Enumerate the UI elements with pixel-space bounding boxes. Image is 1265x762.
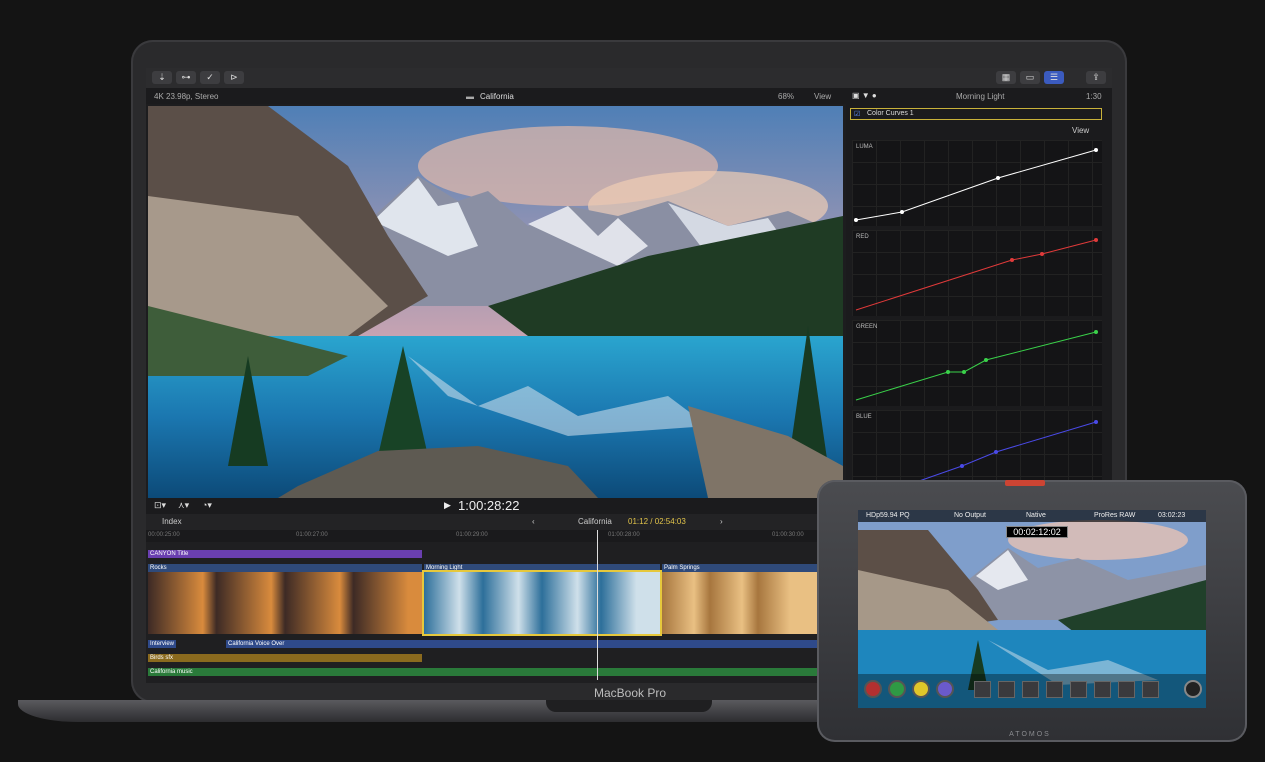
audio-music[interactable]: California music — [148, 668, 822, 676]
ruler-tick: 01:00:27:00 — [296, 532, 328, 538]
viewer-controls: ⊡▾ ⋏▾ ◔▾ ▶ 1:00:28:22 — [146, 498, 846, 514]
macbook-label: MacBook Pro — [593, 686, 667, 700]
clip-morning-light[interactable] — [422, 570, 662, 636]
atomos-output: No Output — [954, 512, 986, 519]
atomos-preview-image — [858, 510, 1206, 708]
luma-curve[interactable] — [852, 140, 1102, 226]
atomos-codec: ProRes RAW — [1094, 512, 1136, 519]
keyword-icon[interactable]: ⊶ — [176, 71, 196, 84]
viewer-view-menu[interactable]: View — [814, 92, 831, 101]
viewer-timecode: 1:00:28:22 — [458, 498, 520, 513]
audio-voice-over[interactable]: California Voice Over — [226, 640, 822, 648]
effect-enable-checkbox[interactable]: ☑ — [854, 110, 860, 118]
clip-rocks[interactable] — [148, 572, 422, 634]
timeline-forward-icon[interactable]: › — [720, 517, 723, 526]
red-curve-panel[interactable]: RED — [852, 230, 1102, 316]
atomos-record-indicator — [1005, 480, 1045, 486]
inspector-toggle-icon[interactable]: ☰ — [1044, 71, 1064, 84]
audio-interview[interactable]: Interview — [148, 640, 176, 648]
playhead[interactable] — [597, 530, 598, 680]
inspector-clip-title: Morning Light — [956, 92, 1005, 101]
enhance-icon[interactable]: ⋏▾ — [178, 500, 189, 511]
atomos-timecode: 00:02:12:02 — [1006, 526, 1068, 538]
library-icon: ▬ — [466, 92, 474, 101]
browser-toggle-icon[interactable]: ▦ — [996, 71, 1016, 84]
timeline-back-icon[interactable]: ‹ — [532, 517, 535, 526]
project-name[interactable]: California — [578, 517, 612, 526]
focus-tool-icon[interactable] — [998, 681, 1015, 698]
ruler-tick: 00:00:25:00 — [148, 532, 180, 538]
clip-label-morning-light[interactable]: Morning Light — [424, 564, 660, 572]
inspector-duration: 1:30 — [1086, 92, 1102, 101]
vectorscope-tool-icon[interactable] — [1094, 681, 1111, 698]
clip-palm-springs[interactable] — [662, 572, 822, 634]
title-clip[interactable]: CANYON Title — [148, 550, 422, 558]
menu-button[interactable] — [1184, 680, 1202, 698]
library-name: California — [480, 92, 514, 101]
index-button[interactable]: Index — [162, 517, 182, 526]
stop-button[interactable] — [936, 680, 954, 698]
play-button[interactable] — [888, 680, 906, 698]
atomos-brand-label: ATOMOS — [1009, 731, 1051, 738]
atomos-input-format: HDp59.94 PQ — [866, 512, 910, 519]
atomos-remaining: 03:02:23 — [1158, 512, 1186, 519]
import-icon[interactable]: ⇣ — [152, 71, 172, 84]
red-curve[interactable] — [852, 230, 1102, 316]
clip-label-palm-springs[interactable]: Palm Springs — [662, 564, 822, 572]
audio-birds-sfx[interactable]: Birds sfx — [148, 654, 422, 662]
viewer-image — [148, 106, 843, 498]
record-button[interactable] — [864, 680, 882, 698]
zoom-menu[interactable]: 68% — [778, 92, 794, 101]
histogram-tool-icon[interactable] — [1070, 681, 1087, 698]
ruler-tick: 01:00:29:00 — [456, 532, 488, 538]
false-color-tool-icon[interactable] — [1046, 681, 1063, 698]
share-icon[interactable]: ⇪ — [1086, 71, 1106, 84]
ruler-tick: 01:00:28:00 — [608, 532, 640, 538]
viewer-frame — [148, 106, 843, 498]
play-icon[interactable]: ▶ — [444, 500, 451, 511]
atomos-mode: Native — [1026, 512, 1046, 519]
timeline-position: 01:12 / 02:54:03 — [628, 517, 686, 526]
tag-icon[interactable]: ⊳ — [224, 71, 244, 84]
waveform-tool-icon[interactable] — [974, 681, 991, 698]
transform-icon[interactable]: ⊡▾ — [154, 500, 166, 511]
effect-name[interactable]: Color Curves 1 — [867, 110, 914, 117]
inspector-tab-icons[interactable]: ▣ ▼ ● — [852, 91, 877, 100]
format-info: 4K 23.98p, Stereo — [154, 92, 219, 101]
fcp-toolbar: ⇣ ⊶ ✓ ⊳ ▦ ▭ ☰ ⇪ — [146, 68, 1112, 88]
speed-icon[interactable]: ◔▾ — [202, 500, 212, 511]
atomos-screen: HDp59.94 PQ No Output Native ProRes RAW … — [858, 510, 1206, 708]
green-curve-panel[interactable]: GREEN — [852, 320, 1102, 406]
luma-curve-panel[interactable]: LUMA — [852, 140, 1102, 226]
ruler-tick: 01:00:30:00 — [772, 532, 804, 538]
background-tasks-icon[interactable]: ✓ — [200, 71, 220, 84]
zebra-tool-icon[interactable] — [1022, 681, 1039, 698]
laptop-notch — [546, 700, 712, 712]
inspector-view-menu[interactable]: View — [1072, 126, 1089, 135]
lut-tool-icon[interactable] — [1142, 681, 1159, 698]
color-inspector: ▣ ▼ ● Morning Light 1:30 ☑ Color Curves … — [846, 88, 1112, 508]
green-curve[interactable] — [852, 320, 1102, 406]
clip-label-rocks[interactable]: Rocks — [148, 564, 422, 572]
pause-button[interactable] — [912, 680, 930, 698]
timeline-toggle-icon[interactable]: ▭ — [1020, 71, 1040, 84]
frame-guide-tool-icon[interactable] — [1118, 681, 1135, 698]
